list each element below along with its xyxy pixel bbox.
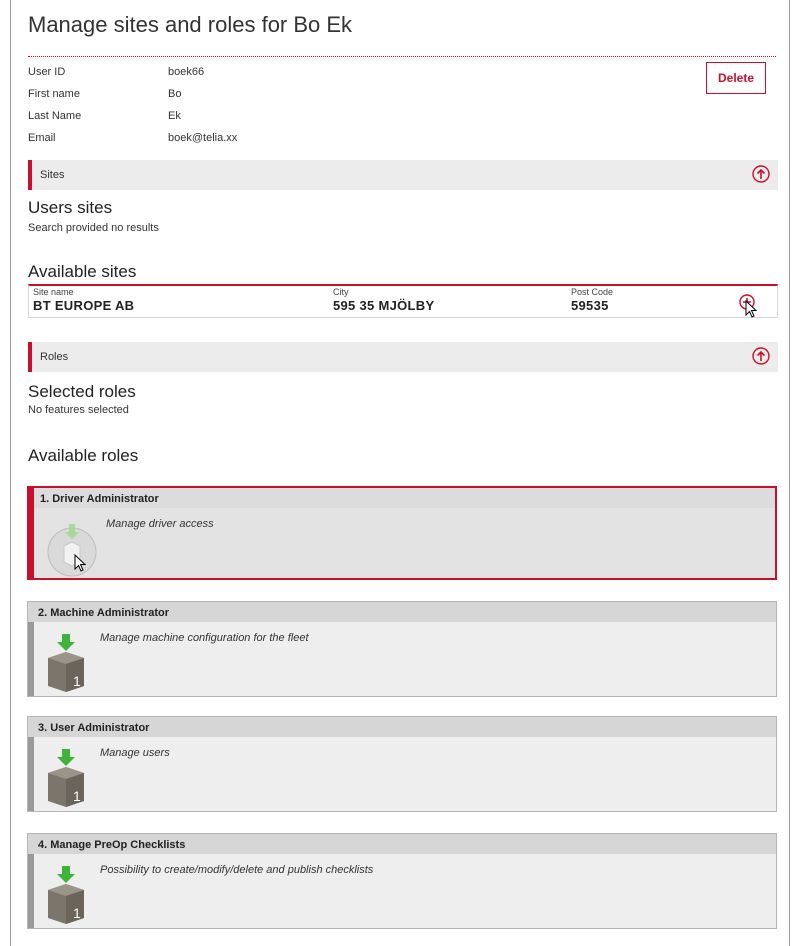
role-card-driver-administrator[interactable]: 1. Driver Administrator Manage driver ac… xyxy=(27,486,777,580)
role-description: Manage users xyxy=(100,747,170,759)
user-id-label: User ID xyxy=(28,66,66,78)
role-title: 4. Manage PreOp Checklists xyxy=(28,834,776,854)
last-name-label: Last Name xyxy=(28,110,82,122)
roles-section-bar[interactable]: Roles xyxy=(28,342,778,372)
role-box-icon[interactable]: 1 xyxy=(40,864,92,924)
available-roles-heading: Available roles xyxy=(28,446,139,465)
users-sites-empty-message: Search provided no results xyxy=(28,222,159,234)
first-name-label: First name xyxy=(28,88,80,100)
delete-button[interactable]: Delete xyxy=(706,62,766,94)
role-title: 1. Driver Administrator xyxy=(34,488,775,508)
svg-text:1: 1 xyxy=(73,788,81,804)
email-value: boek@telia.xx xyxy=(168,132,238,144)
roles-section-label: Roles xyxy=(40,351,69,363)
svg-text:1: 1 xyxy=(73,905,81,921)
mouse-cursor-icon xyxy=(74,554,87,572)
selected-roles-empty-message: No features selected xyxy=(28,404,129,416)
mouse-cursor-icon xyxy=(745,300,758,318)
col-city: City xyxy=(333,287,349,297)
role-card-user-administrator[interactable]: 3. User Administrator Manage users 1 xyxy=(27,716,777,812)
users-sites-heading: Users sites xyxy=(28,198,113,217)
role-description: Possibility to create/modify/delete and … xyxy=(100,864,374,876)
col-site-name: Site name xyxy=(33,287,74,297)
role-title: 2. Machine Administrator xyxy=(28,602,776,622)
page-title: Manage sites and roles for Bo Ek xyxy=(28,12,353,37)
site-name-cell: BT EUROPE AB xyxy=(33,298,135,313)
arrow-up-circle-icon[interactable] xyxy=(752,347,770,365)
section-accent xyxy=(28,160,32,190)
col-post-code: Post Code xyxy=(571,287,614,297)
sites-section-bar[interactable]: Sites xyxy=(28,160,778,190)
email-label: Email xyxy=(28,132,56,144)
available-sites-table: Site name City Post Code BT EUROPE AB 59… xyxy=(28,284,778,318)
role-description: Manage machine configuration for the fle… xyxy=(100,632,309,644)
role-box-icon[interactable]: 1 xyxy=(40,632,92,692)
user-id-value: boek66 xyxy=(168,66,205,78)
role-description: Manage driver access xyxy=(106,518,214,530)
role-box-icon[interactable] xyxy=(46,518,98,578)
svg-text:1: 1 xyxy=(73,673,81,689)
role-card-machine-administrator[interactable]: 2. Machine Administrator Manage machine … xyxy=(27,601,777,697)
sites-section-label: Sites xyxy=(40,169,65,181)
city-cell: 595 35 MJÖLBY xyxy=(333,298,435,313)
last-name-value: Ek xyxy=(168,110,181,122)
title-divider xyxy=(28,56,776,57)
section-accent xyxy=(28,342,32,372)
main-panel: Manage sites and roles for Bo Ek User ID… xyxy=(10,0,790,946)
available-sites-heading: Available sites xyxy=(28,262,137,281)
selected-roles-heading: Selected roles xyxy=(28,382,136,401)
post-code-cell: 59535 xyxy=(571,298,609,313)
role-box-icon[interactable]: 1 xyxy=(40,747,92,807)
role-card-manage-preop-checklists[interactable]: 4. Manage PreOp Checklists Possibility t… xyxy=(27,833,777,929)
role-title: 3. User Administrator xyxy=(28,717,776,737)
first-name-value: Bo xyxy=(168,88,182,100)
arrow-up-circle-icon[interactable] xyxy=(752,165,770,183)
